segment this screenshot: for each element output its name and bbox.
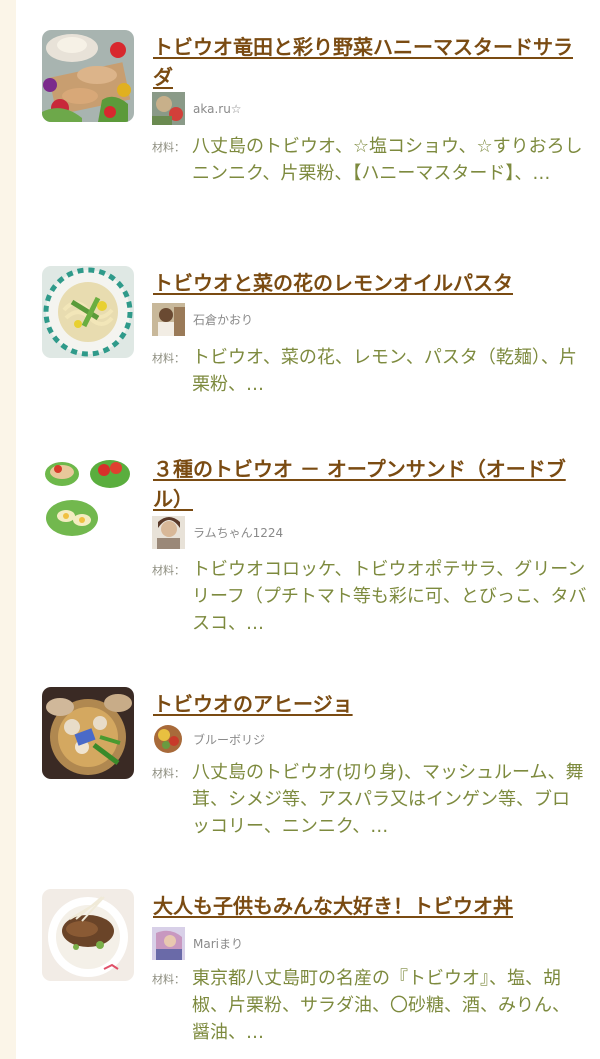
recipe-photo[interactable] (42, 266, 134, 358)
author-name[interactable]: aka.ru☆ (193, 102, 242, 116)
author-avatar[interactable] (152, 723, 185, 756)
recipe-list: トビウオ竜田と彩り野菜ハニーマスタードサラダ aka.ru☆ 材料： 八丈島のト… (16, 0, 600, 1059)
author-name[interactable]: Mariまり (193, 935, 243, 952)
recipe-author: Mariまり (152, 927, 243, 960)
author-avatar[interactable] (152, 303, 185, 336)
ingredients-label: 材料： (152, 973, 185, 986)
ingredients-text: トビウオコロッケ、トビウオポテサラ、グリーンリーフ（プチトマト等も彩に可、とびっ… (192, 559, 587, 634)
recipe-author: ラムちゃん1224 (152, 516, 283, 549)
ingredients-label: 材料： (152, 141, 185, 154)
ingredients-text: 東京都八丈島町の名産の『トビウオ』、塩、胡椒、片栗粉、サラダ油、〇砂糖、酒、みり… (192, 968, 570, 1043)
author-name[interactable]: ラムちゃん1224 (193, 524, 283, 541)
recipe-title[interactable]: 大人も子供もみんな大好き！トビウオ丼 (153, 891, 573, 921)
author-avatar[interactable] (152, 516, 185, 549)
recipe-author: aka.ru☆ (152, 92, 242, 125)
recipe-title[interactable]: トビウオ竜田と彩り野菜ハニーマスタードサラダ (153, 32, 573, 92)
ingredients-label: 材料： (152, 352, 185, 365)
recipe-author: 石倉かおり (152, 303, 253, 336)
recipe-photo[interactable] (42, 889, 134, 981)
ingredients-label: 材料： (152, 767, 185, 780)
author-name[interactable]: 石倉かおり (193, 311, 253, 328)
ingredients-text: トビウオ、菜の花、レモン、パスタ（乾麺）、片栗粉、… (192, 347, 577, 395)
recipe-photo[interactable] (42, 30, 134, 122)
ingredients-label: 材料： (152, 564, 185, 577)
author-avatar[interactable] (152, 927, 185, 960)
author-avatar[interactable] (152, 92, 185, 125)
author-name[interactable]: ブルーボリジ (193, 731, 265, 748)
ingredients-text: 八丈島のトビウオ、☆塩コショウ、☆すりおろしニンニク、片栗粉、【ハニーマスタード… (192, 136, 583, 184)
recipe-title[interactable]: トビウオと菜の花のレモンオイルパスタ (153, 268, 573, 298)
recipe-photo[interactable] (42, 452, 134, 544)
ingredients-text: 八丈島のトビウオ(切り身)、マッシュルーム、舞茸、シメジ等、アスパラ又はインゲン… (192, 762, 584, 837)
recipe-photo[interactable] (42, 687, 134, 779)
recipe-title[interactable]: ３種のトビウオ － オープンサンド（オードブル） (153, 454, 573, 514)
recipe-title[interactable]: トビウオのアヒージョ (153, 689, 573, 719)
recipe-author: ブルーボリジ (152, 723, 265, 756)
